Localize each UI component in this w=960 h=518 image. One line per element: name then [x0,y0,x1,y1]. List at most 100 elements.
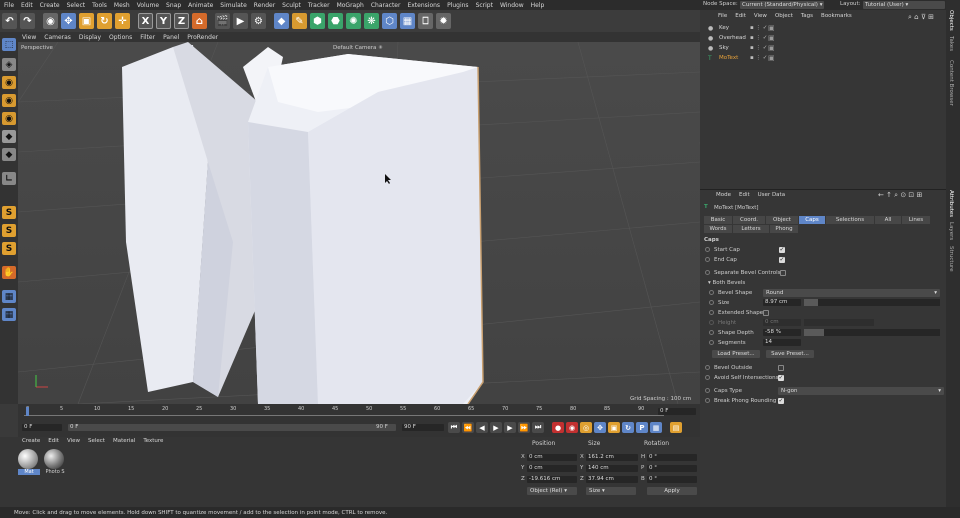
menu-render[interactable]: Render [254,2,275,9]
pos-x-field[interactable]: 0 cm [527,454,577,461]
field-icon[interactable]: ⬡ [382,13,397,29]
prev-frame-icon[interactable]: ◀ [476,422,488,433]
side-tab-attributes[interactable]: Attributes [948,190,954,217]
menu-mesh[interactable]: Mesh [114,2,130,9]
menu-plugins[interactable]: Plugins [447,2,469,9]
render-view-icon[interactable]: ▶ [233,13,248,29]
go-end-icon[interactable]: ⏭ [532,422,544,433]
avoid-self-checkbox[interactable]: ✓ [778,375,784,381]
bevel-shape-dropdown[interactable]: Round ▾ [763,289,940,297]
side-tab-takes[interactable]: Takes [948,36,954,51]
side-tab-structure[interactable]: Structure [948,246,954,272]
object-row[interactable]: ● Key ▪ ⋮ ✓ ▣ [700,24,946,34]
menu-character[interactable]: Character [371,2,401,9]
cloner-icon[interactable]: ✺ [346,13,361,29]
size-field[interactable]: 8.97 cm [763,299,801,306]
paint-icon[interactable]: ✋ [2,266,16,279]
next-frame-icon[interactable]: ▶ [504,422,516,433]
menu-volume[interactable]: Volume [137,2,159,9]
bevel-shape-anim-dot[interactable] [709,290,714,295]
break-phong-anim-dot[interactable] [705,398,710,403]
end-cap-checkbox[interactable]: ✓ [779,257,785,263]
apply-button[interactable]: Apply [647,487,697,495]
material-menu-material[interactable]: Material [113,438,135,444]
both-bevels-group[interactable]: ▾ Both Bevels [708,280,745,286]
snap-s1-icon[interactable]: S [2,206,16,219]
viewport-menu-panel[interactable]: Panel [163,34,179,41]
viewport-menu-display[interactable]: Display [79,34,101,41]
coord-mode-dropdown[interactable]: Object (Rel) ▾ [527,487,577,495]
x-axis-button[interactable]: X [138,13,153,29]
grid-icon[interactable]: ▦ [2,308,16,321]
z-axis-button[interactable]: Z [174,13,189,29]
tab-lines[interactable]: Lines [902,216,930,224]
param-key-icon[interactable]: P [636,422,648,433]
object-menu-bookmarks[interactable]: Bookmarks [821,13,852,19]
next-key-icon[interactable]: ⏩ [518,422,530,433]
rot-b-field[interactable]: 0 ° [647,476,697,483]
viewport-canvas[interactable] [18,42,700,404]
viewport-menu-filter[interactable]: Filter [140,34,155,41]
bevel-outside-checkbox[interactable] [778,365,784,371]
size-y-field[interactable]: 140 cm [586,465,638,472]
object-visibility-icons[interactable]: ▪ ⋮ ✓ [750,35,767,41]
axis-mode-icon[interactable]: ∟ [2,172,16,185]
menu-edit[interactable]: Edit [21,2,33,9]
rot-h-field[interactable]: 0 ° [647,454,697,461]
material-item[interactable]: Photo S [44,449,66,481]
object-tag-icon[interactable]: ▣ [768,54,775,62]
break-phong-checkbox[interactable]: ✓ [778,398,784,404]
caps-type-anim-dot[interactable] [705,388,710,393]
pos-y-field[interactable]: 0 cm [527,465,577,472]
redo-icon[interactable]: ↷ [20,13,35,29]
size-slider[interactable] [804,299,940,306]
floor-icon[interactable]: ▦ [400,13,415,29]
segments-field[interactable]: 14 [763,339,801,346]
object-visibility-icons[interactable]: ▪ ⋮ ✓ [750,45,767,51]
object-tag-icon[interactable]: ▣ [768,44,775,52]
object-manager-tools[interactable]: ⌕ ⌂ ⊽ ⊞ [908,13,934,22]
object-row[interactable]: ● Overhead ▪ ⋮ ✓ ▣ [700,34,946,44]
object-menu-view[interactable]: View [754,13,767,19]
extrude-icon[interactable]: ⬣ [328,13,343,29]
viewport-menu-view[interactable]: View [22,34,36,41]
frame-range-slider[interactable]: 0 F [68,424,396,431]
material-menu-select[interactable]: Select [88,438,105,444]
attributes-menu-edit[interactable]: Edit [739,192,750,198]
extended-shape-checkbox[interactable] [763,310,769,316]
menu-animate[interactable]: Animate [188,2,213,9]
tab-coord[interactable]: Coord. [733,216,765,224]
tab-letters[interactable]: Letters [733,225,769,233]
material-menu-texture[interactable]: Texture [143,438,163,444]
separate-bevel-anim-dot[interactable] [705,270,710,275]
shape-depth-slider[interactable] [804,329,940,336]
side-tab-content-browser[interactable]: Content Browser [948,60,954,106]
edge-mode-icon[interactable]: ◆ [2,130,16,143]
object-visibility-icons[interactable]: ▪ ⋮ ✓ [750,25,767,31]
size-anim-dot[interactable] [709,300,714,305]
tab-basic[interactable]: Basic [704,216,732,224]
object-menu-tags[interactable]: Tags [801,13,813,19]
viewport[interactable]: Perspective Default Camera ✳ Grid Spacin… [18,42,700,404]
object-tag-icon[interactable]: ▣ [768,34,775,42]
attributes-nav-icons[interactable]: ← ↑ ⌕ ⊙ ⊡ ⊞ [878,191,922,200]
timeline-icon[interactable]: ▤ [670,422,682,433]
timeline-ruler[interactable]: 051015202530354045505560657075808590 [24,406,664,415]
pos-z-field[interactable]: -19.616 cm [527,476,577,483]
material-menu-view[interactable]: View [67,438,80,444]
camera-icon[interactable]: ⎕ [418,13,433,29]
menu-sculpt[interactable]: Sculpt [282,2,301,9]
menu-tracker[interactable]: Tracker [308,2,330,9]
viewport-menu-options[interactable]: Options [109,34,132,41]
side-tab-layers[interactable]: Layers [948,222,954,240]
move-tool-icon[interactable]: ✥ [61,13,76,29]
snap-s2-icon[interactable]: S [2,224,16,237]
extended-shape-anim-dot[interactable] [709,310,714,315]
menu-simulate[interactable]: Simulate [220,2,247,9]
start-cap-anim-dot[interactable] [705,247,710,252]
record-icon[interactable]: ● [552,422,564,433]
menu-tools[interactable]: Tools [92,2,107,9]
side-tab-objects[interactable]: Objects [948,10,954,31]
snap-s3-icon[interactable]: S [2,242,16,255]
avoid-self-anim-dot[interactable] [705,375,710,380]
